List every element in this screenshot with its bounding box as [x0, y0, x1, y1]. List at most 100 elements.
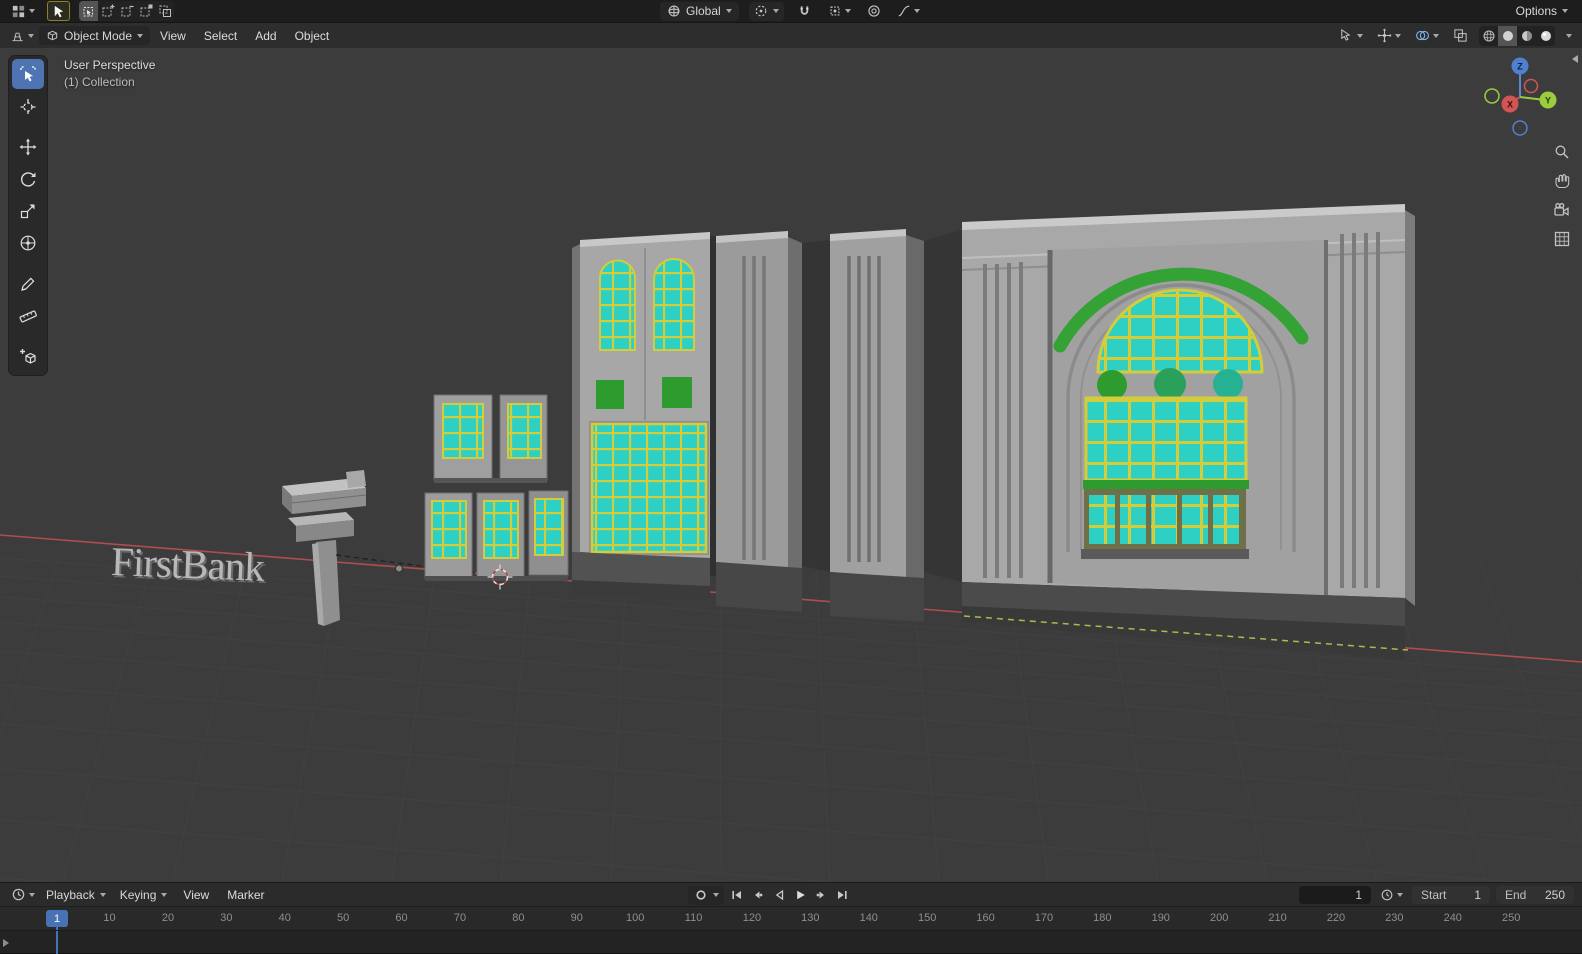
- ruler-tick: 210: [1268, 912, 1287, 924]
- viewport-3d[interactable]: FirstBank FirstBank User Perspective (1)…: [0, 48, 1582, 882]
- gizmo-y-neg-axis[interactable]: [1484, 88, 1500, 104]
- jump-to-end-button[interactable]: [834, 887, 850, 903]
- gizmos-dropdown[interactable]: [1374, 27, 1404, 44]
- tool-add-cube[interactable]: [12, 342, 44, 372]
- tool-cursor[interactable]: [12, 91, 44, 121]
- shading-solid-button[interactable]: [1498, 25, 1517, 46]
- sidebar-toggle-icon[interactable]: [1572, 55, 1578, 63]
- playback-controls: [688, 883, 850, 907]
- ruler-tick: 50: [337, 912, 350, 924]
- tool-scale[interactable]: [12, 196, 44, 226]
- chevron-down-icon: [1566, 33, 1572, 38]
- select-mode-extend[interactable]: [98, 1, 117, 21]
- play-button[interactable]: [792, 887, 808, 903]
- tool-transform[interactable]: [12, 228, 44, 258]
- mode-label: Object Mode: [64, 28, 133, 43]
- chevron-down-icon: [99, 892, 106, 897]
- options-dropdown[interactable]: Options: [1510, 2, 1574, 21]
- options-label: Options: [1515, 4, 1557, 18]
- ruler-tick: 30: [220, 912, 233, 924]
- gizmo-z-neg-axis[interactable]: [1512, 120, 1528, 136]
- playback-menu[interactable]: Playback: [40, 885, 112, 904]
- tool-rotate[interactable]: [12, 164, 44, 194]
- jump-to-start-button[interactable]: [729, 887, 745, 903]
- shading-wireframe-button[interactable]: [1479, 26, 1498, 46]
- camera-view-control[interactable]: [1554, 202, 1570, 218]
- snap-settings-dropdown[interactable]: [825, 3, 854, 19]
- pan-control[interactable]: [1554, 173, 1570, 189]
- end-frame-field[interactable]: End 250: [1496, 885, 1574, 904]
- select-mode-set[interactable]: [79, 1, 98, 21]
- ruler-tick: 20: [161, 912, 175, 924]
- camera-icon: [1554, 203, 1569, 216]
- pivot-point-icon: [755, 5, 767, 17]
- chevron-down-icon: [1562, 9, 1568, 13]
- expand-panel-icon[interactable]: [3, 939, 9, 947]
- topbar-left: [8, 1, 174, 21]
- add-menu[interactable]: Add: [247, 26, 284, 46]
- chevron-down-icon: [1395, 33, 1401, 38]
- cursor-tool-icon: [20, 99, 36, 114]
- object-visibility-dropdown[interactable]: [1336, 27, 1366, 44]
- chevron-down-icon: [29, 9, 35, 13]
- xray-toggle[interactable]: [1450, 27, 1471, 44]
- active-tool-button[interactable]: [47, 1, 70, 21]
- select-mode-intersect[interactable]: [155, 1, 174, 21]
- magnet-icon: [800, 5, 809, 15]
- svg-text:Z: Z: [1517, 62, 1523, 72]
- tool-select-box[interactable]: [12, 59, 44, 89]
- overlays-dropdown[interactable]: [1412, 27, 1442, 44]
- tool-annotate[interactable]: [12, 269, 44, 299]
- timeline-ruler[interactable]: 10 20 30 40 50 60 70 80 90 100 110 120 130 140 150 160 1…: [0, 906, 1582, 930]
- timeline-header-right: 1 Start 1 End 250: [1299, 885, 1574, 904]
- chevron-down-icon: [725, 9, 732, 13]
- select-invert-icon: [140, 4, 152, 17]
- viewport-canvas[interactable]: FirstBank FirstBank: [0, 48, 1582, 882]
- tool-move[interactable]: [12, 132, 44, 162]
- chevron-down-icon: [28, 33, 34, 38]
- record-button[interactable]: [693, 887, 709, 903]
- start-frame-field[interactable]: Start 1: [1412, 885, 1490, 904]
- timeline-marker-menu[interactable]: Marker: [219, 885, 272, 905]
- building-arch-facade: [961, 204, 1415, 660]
- previous-keyframe-button[interactable]: [750, 887, 766, 903]
- select-menu[interactable]: Select: [196, 26, 245, 46]
- gizmo-x-neg-axis[interactable]: [1523, 78, 1539, 94]
- toggle-ortho-control[interactable]: [1554, 231, 1570, 247]
- play-reverse-button[interactable]: [771, 887, 787, 903]
- mode-dropdown[interactable]: Object Mode: [39, 26, 151, 45]
- select-mode-subtract[interactable]: [117, 1, 136, 21]
- tool-measure[interactable]: [12, 301, 44, 331]
- object-menu[interactable]: Object: [287, 26, 338, 46]
- timeline-track-area[interactable]: [0, 930, 1582, 954]
- solid-sphere-icon: [1502, 30, 1513, 41]
- shading-material-button[interactable]: [1517, 26, 1536, 46]
- timeline-view-menu[interactable]: View: [175, 885, 217, 905]
- keying-menu[interactable]: Keying: [114, 885, 174, 904]
- transform-orientation-dropdown[interactable]: Global: [660, 1, 739, 21]
- timeline-editor-type-button[interactable]: [8, 886, 38, 903]
- snap-toggle[interactable]: [794, 3, 815, 20]
- proportional-falloff-dropdown[interactable]: [894, 3, 923, 19]
- zoom-control[interactable]: [1554, 144, 1570, 160]
- clock-icon: [12, 888, 25, 901]
- ruler-tick: 130: [801, 912, 820, 924]
- proportional-editing-toggle[interactable]: [864, 3, 884, 19]
- chevron-down-icon: [844, 9, 851, 13]
- view-perspective-label: User Perspective: [64, 58, 156, 72]
- playback-sync-dropdown[interactable]: [1377, 887, 1406, 903]
- pivot-point-dropdown[interactable]: [748, 1, 784, 21]
- select-mode-invert[interactable]: [136, 1, 155, 21]
- navigation-gizmo[interactable]: Z Y X: [1475, 52, 1565, 142]
- shading-dropdown[interactable]: [1563, 33, 1575, 39]
- ruler-tick: 80: [512, 912, 525, 924]
- ruler-tick: 220: [1326, 912, 1346, 924]
- editor-type-button[interactable]: [7, 27, 37, 44]
- chevron-down-icon: [137, 33, 144, 38]
- app-menu-button[interactable]: [8, 3, 38, 20]
- next-keyframe-button[interactable]: [813, 887, 829, 903]
- current-frame-field[interactable]: 1: [1299, 885, 1371, 904]
- shading-rendered-button[interactable]: [1536, 26, 1555, 46]
- playhead[interactable]: 1: [46, 910, 68, 927]
- view-menu[interactable]: View: [152, 26, 194, 46]
